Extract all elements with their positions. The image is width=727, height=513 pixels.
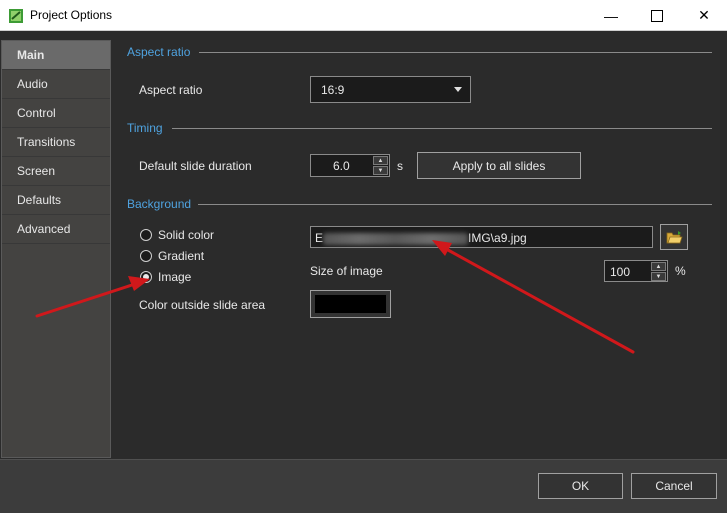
browse-folder-button[interactable] [660,224,688,250]
folder-open-icon [666,230,683,243]
aspect-ratio-label: Aspect ratio [139,83,203,97]
spin-up-button[interactable]: ▲ [373,156,388,165]
section-aspect-ratio: Aspect ratio [127,45,191,59]
title-bar: Project Options — ✕ [0,0,727,31]
spin-up-button[interactable]: ▲ [651,262,666,271]
color-outside-button[interactable] [310,290,391,318]
window-title: Project Options [30,8,113,22]
sidebar-item-control[interactable]: Control [2,99,110,128]
size-of-image-input[interactable]: 100 ▲ ▼ [604,260,668,282]
sidebar-item-advanced[interactable]: Advanced [2,215,110,244]
sidebar: Main Audio Control Transitions Screen De… [1,40,111,458]
app-icon [9,9,23,23]
minimize-icon: — [604,7,618,24]
radio-solid-color[interactable] [140,229,152,241]
spin-up-icon: ▲ [377,157,384,164]
ok-button[interactable]: OK [538,473,623,499]
color-swatch [315,295,386,313]
cancel-button[interactable]: Cancel [631,473,717,499]
section-divider [172,128,712,129]
section-divider [198,204,712,205]
spin-down-icon: ▼ [377,167,384,174]
slide-duration-label: Default slide duration [139,159,252,173]
spin-down-icon: ▼ [655,273,662,280]
apply-to-all-slides-button[interactable]: Apply to all slides [417,152,581,179]
radio-gradient-label: Gradient [158,249,205,263]
spin-down-button[interactable]: ▼ [373,166,388,175]
radio-gradient[interactable] [140,250,152,262]
slide-duration-value: 6.0 [333,159,350,173]
radio-solid-color-label: Solid color [158,228,215,242]
section-background: Background [127,197,192,211]
close-icon: ✕ [698,7,710,23]
sidebar-item-screen[interactable]: Screen [2,157,110,186]
section-timing: Timing [127,121,163,135]
sidebar-item-audio[interactable]: Audio [2,70,110,99]
dialog-footer: OK Cancel [0,459,727,513]
close-button[interactable]: ✕ [681,0,727,31]
maximize-icon [651,9,663,22]
slide-duration-input[interactable]: 6.0 ▲ ▼ [310,154,390,177]
sidebar-item-defaults[interactable]: Defaults [2,186,110,215]
minimize-button[interactable]: — [588,0,634,31]
radio-image-label: Image [158,270,192,284]
chevron-down-icon [454,87,462,92]
size-of-image-unit: % [675,264,686,278]
image-path-suffix: IMG\a9.jpg [468,231,527,245]
radio-image[interactable] [140,271,152,283]
redacted-path [323,232,469,245]
section-divider [199,52,712,53]
size-of-image-label: Size of image [310,264,383,278]
color-outside-label: Color outside slide area [139,298,266,312]
aspect-ratio-select[interactable]: 16:9 [310,76,471,103]
spin-up-icon: ▲ [655,263,662,270]
sidebar-item-transitions[interactable]: Transitions [2,128,110,157]
aspect-ratio-value: 16:9 [321,83,345,97]
sidebar-item-main[interactable]: Main [2,41,110,70]
maximize-button[interactable] [634,0,680,31]
image-path-prefix: E [315,231,324,245]
slide-duration-unit: s [397,159,403,173]
spin-down-button[interactable]: ▼ [651,272,666,281]
size-of-image-value: 100 [610,265,631,279]
image-path-input[interactable]: E IMG\a9.jpg [310,226,653,248]
